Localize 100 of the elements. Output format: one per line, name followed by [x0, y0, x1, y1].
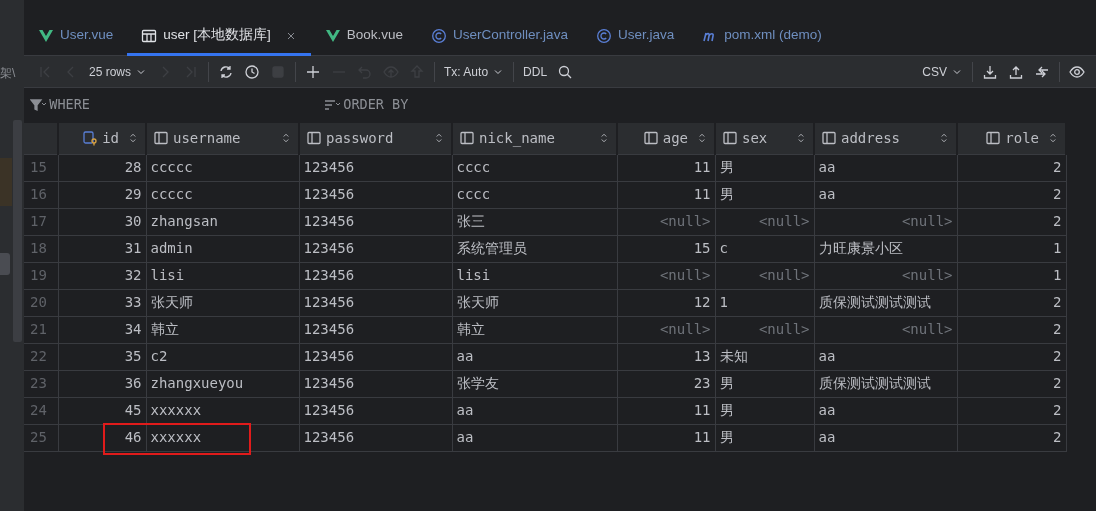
table-cell: 12: [617, 289, 715, 316]
order-by-filter[interactable]: ORDER BY: [324, 94, 409, 115]
null-cell: <null>: [814, 262, 957, 289]
table-cell: aa: [814, 424, 957, 451]
table-cell: lisi: [452, 262, 617, 289]
row-number: 18: [24, 235, 58, 262]
null-cell: <null>: [715, 208, 814, 235]
table-cell: admin: [146, 235, 299, 262]
table-cell: 32: [58, 262, 146, 289]
column-icon: [459, 130, 475, 147]
table-cell: ccccc: [146, 181, 299, 208]
table-cell: 质保测试测试测试: [814, 370, 957, 397]
table-cell: cccc: [452, 154, 617, 181]
file-tab[interactable]: Book.vue: [310, 18, 418, 56]
table-cell: 123456: [299, 208, 452, 235]
table-cell: lisi: [146, 262, 299, 289]
file-tab[interactable]: User.java: [581, 18, 689, 56]
row-number: 16: [24, 181, 58, 208]
table-cell: 2: [957, 208, 1066, 235]
dropdown-button[interactable]: CSV: [917, 58, 968, 85]
table-cell: 男: [715, 154, 814, 181]
table-cell: 系统管理员: [452, 235, 617, 262]
null-cell: <null>: [814, 316, 957, 343]
row-number: 20: [24, 289, 58, 316]
class-icon: [595, 27, 612, 44]
file-tab[interactable]: pom.xml (demo): [688, 18, 836, 56]
column-header[interactable]: password: [299, 123, 452, 154]
table-cell: 28: [58, 154, 146, 181]
column-icon: [985, 130, 1002, 147]
table-cell: 31: [58, 235, 146, 262]
vue-logo-icon: [324, 27, 341, 44]
table-cell: 46: [58, 424, 146, 451]
table-cell: 韩立: [452, 316, 617, 343]
class-icon: [431, 27, 448, 44]
row-number: 22: [24, 343, 58, 370]
column-header[interactable]: role: [957, 123, 1066, 154]
table-cell: 张天师: [146, 289, 299, 316]
table-cell: 男: [715, 370, 814, 397]
column-header[interactable]: age: [617, 123, 715, 154]
table-cell: 23: [617, 370, 715, 397]
table-cell: 29: [58, 181, 146, 208]
column-icon: [306, 130, 322, 147]
null-cell: <null>: [617, 208, 715, 235]
row-number: 19: [24, 262, 58, 289]
table-cell: aa: [814, 343, 957, 370]
table-cell: 11: [617, 424, 715, 451]
table-cell: 男: [715, 397, 814, 424]
file-tab[interactable]: User.vue: [24, 18, 128, 56]
table-cell: 123456: [299, 181, 452, 208]
scrollbar-thumb[interactable]: [13, 120, 22, 342]
table-cell: 2: [957, 289, 1066, 316]
table-cell: 123456: [299, 424, 452, 451]
dropdown-button[interactable]: 25 rows: [84, 58, 153, 85]
null-cell: <null>: [814, 208, 957, 235]
row-number: 17: [24, 208, 58, 235]
panel-handle[interactable]: [0, 253, 10, 275]
toolbar-button[interactable]: DDL: [518, 58, 553, 85]
vue-logo-icon: [38, 27, 54, 44]
where-filter[interactable]: WHERE: [24, 94, 324, 115]
row-number: 23: [24, 370, 58, 397]
table-cell: 11: [617, 397, 715, 424]
file-tab[interactable]: UserController.java: [417, 18, 582, 56]
table-cell: 36: [58, 370, 146, 397]
column-header[interactable]: username: [146, 123, 299, 154]
column-header[interactable]: address: [814, 123, 957, 154]
table-cell: 11: [617, 154, 715, 181]
table-cell: 2: [957, 397, 1066, 424]
row-number: 25: [24, 424, 58, 451]
table-cell: 45: [58, 397, 146, 424]
table-cell: 男: [715, 181, 814, 208]
table-cell: xxxxxx: [146, 424, 299, 451]
table-cell: 1: [715, 289, 814, 316]
table-cell: 123456: [299, 343, 452, 370]
column-header[interactable]: sex: [715, 123, 814, 154]
column-header[interactable]: id: [58, 123, 146, 154]
table-cell: 男: [715, 424, 814, 451]
dropdown-button[interactable]: Tx: Auto: [439, 58, 510, 85]
table-cell: aa: [452, 343, 617, 370]
table-cell: aa: [452, 397, 617, 424]
table-cell: 123456: [299, 289, 452, 316]
table-cell: 123456: [299, 154, 452, 181]
table-cell: 123456: [299, 316, 452, 343]
table-cell: c2: [146, 343, 299, 370]
column-icon: [722, 130, 738, 147]
table-cell: 35: [58, 343, 146, 370]
table-cell: 123456: [299, 370, 452, 397]
table-cell: 123456: [299, 262, 452, 289]
table-cell: 2: [957, 181, 1066, 208]
table-cell: 2: [957, 370, 1066, 397]
table-cell: 30: [58, 208, 146, 235]
table-cell: cccc: [452, 181, 617, 208]
table-cell: 2: [957, 316, 1066, 343]
table-cell: 123456: [299, 397, 452, 424]
null-cell: <null>: [715, 316, 814, 343]
row-number: 15: [24, 154, 58, 181]
table-cell: 张天师: [452, 289, 617, 316]
table-cell: ccccc: [146, 154, 299, 181]
column-header[interactable]: nick_name: [452, 123, 617, 154]
null-cell: <null>: [617, 262, 715, 289]
table-cell: 未知: [715, 343, 814, 370]
